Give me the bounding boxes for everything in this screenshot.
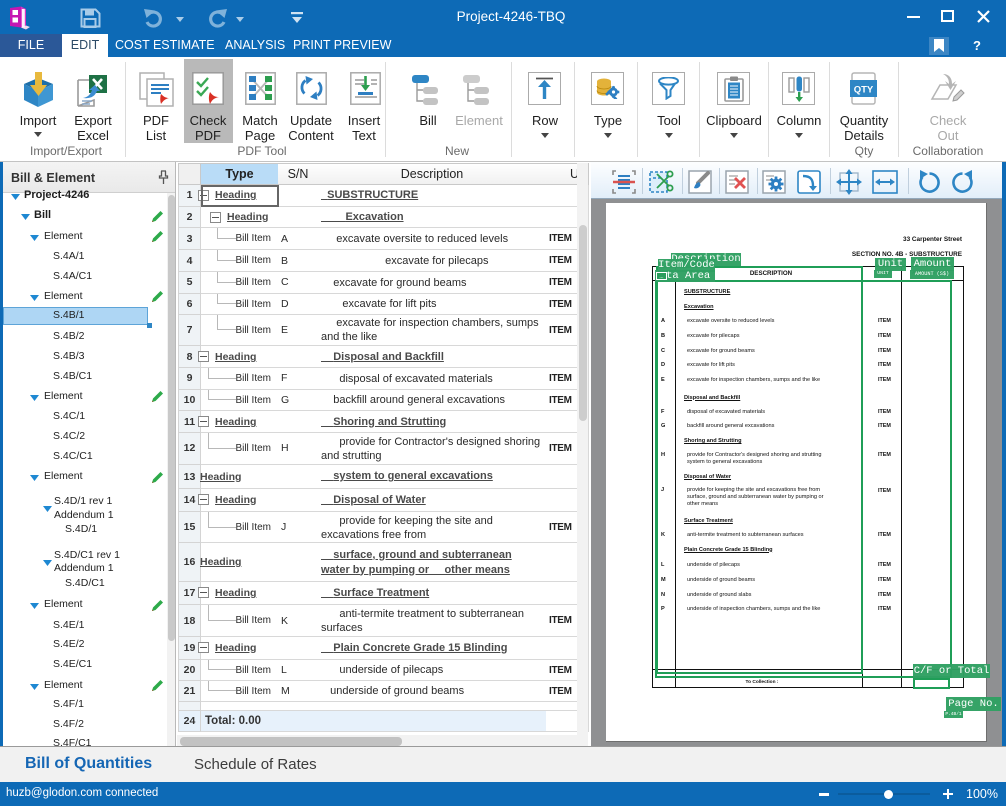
svg-text:QTY: QTY [854,85,874,96]
